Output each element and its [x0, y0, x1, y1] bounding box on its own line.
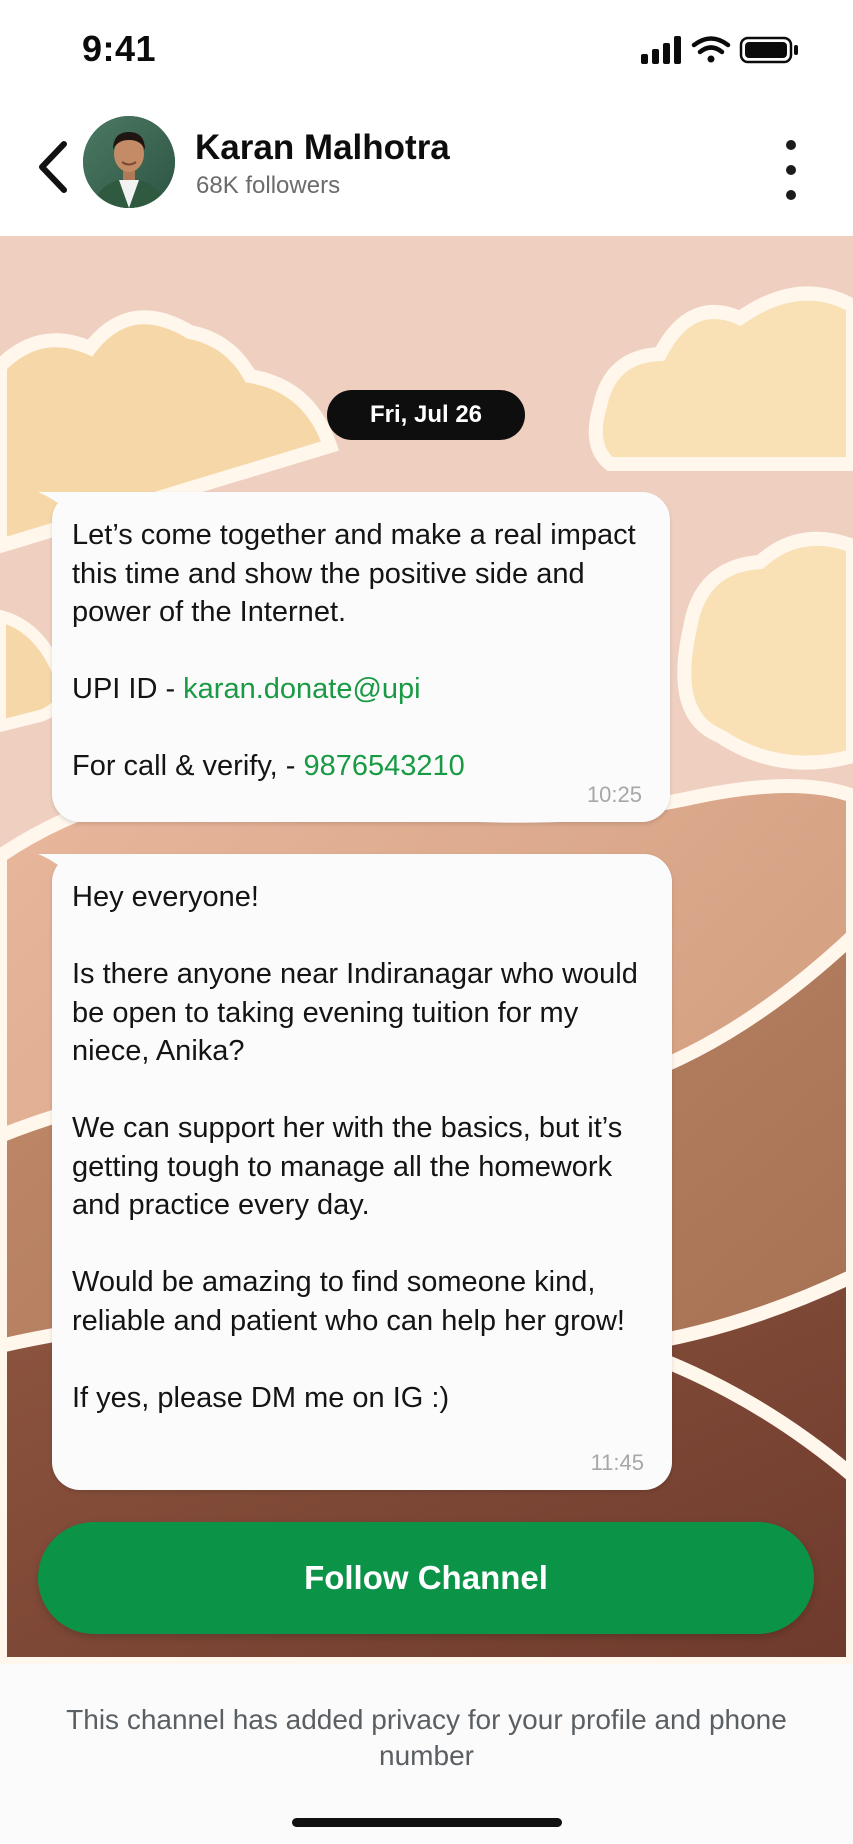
message-bubble[interactable]: Let’s come together and make a real impa… — [38, 492, 670, 822]
status-icons — [641, 34, 801, 66]
message-intro: Let’s come together and make a real impa… — [72, 519, 636, 628]
channel-header: Karan Malhotra 68K followers — [0, 100, 853, 236]
follow-channel-button[interactable]: Follow Channel — [38, 1522, 814, 1634]
channel-name[interactable]: Karan Malhotra — [195, 128, 450, 168]
message-text: Hey everyone! Is there anyone near Indir… — [72, 878, 652, 1417]
message-paragraph: Is there anyone near Indiranagar who wou… — [72, 958, 638, 1067]
chat-area[interactable]: Fri, Jul 26 Let’s come together and make… — [0, 236, 853, 1664]
back-button[interactable] — [22, 132, 82, 202]
footer: This channel has added privacy for your … — [0, 1664, 853, 1844]
battery-icon — [739, 36, 798, 64]
more-vertical-icon — [786, 140, 796, 150]
message-time: 11:45 — [590, 1450, 644, 1475]
message-time: 10:25 — [586, 782, 642, 807]
message-paragraph: If yes, please DM me on IG :) — [72, 1381, 450, 1414]
message-paragraph: Hey everyone! — [72, 881, 259, 913]
message-bubble[interactable]: Hey everyone! Is there anyone near Indir… — [38, 854, 672, 1490]
status-time: 9:41 — [82, 28, 157, 69]
avatar[interactable] — [83, 116, 175, 208]
upi-label: UPI ID - — [72, 673, 184, 705]
chevron-left-icon — [39, 141, 67, 193]
wifi-icon — [691, 36, 731, 63]
cellular-signal-icon — [641, 36, 681, 64]
upi-link[interactable]: karan.donate@upi — [183, 673, 420, 705]
status-bar: 9:41 — [0, 0, 853, 100]
follower-count: 68K followers — [196, 172, 341, 199]
message-text: Let’s come together and make a real impa… — [72, 516, 650, 786]
date-separator: Fri, Jul 26 — [327, 390, 525, 440]
message-paragraph: Would be amazing to find someone kind, r… — [72, 1266, 625, 1337]
call-label: For call & verify, - — [72, 750, 304, 782]
privacy-note: This channel has added privacy for your … — [66, 1704, 787, 1771]
home-indicator[interactable] — [292, 1818, 562, 1827]
phone-link[interactable]: 9876543210 — [304, 750, 465, 782]
message-paragraph: We can support her with the basics, but … — [72, 1112, 623, 1221]
more-options-button[interactable] — [771, 140, 811, 200]
